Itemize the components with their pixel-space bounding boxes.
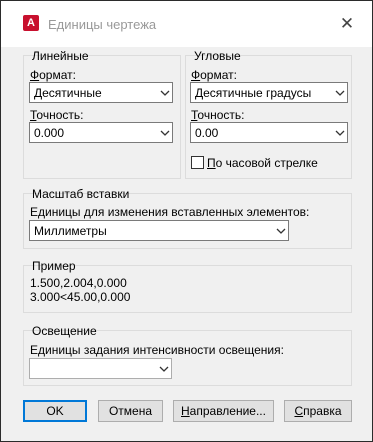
autocad-app-icon: A bbox=[23, 15, 39, 31]
sample-line-1: 1.500,2.004,0.000 bbox=[30, 276, 127, 290]
angular-format-value: Десятичные градусы bbox=[195, 86, 312, 100]
insertion-units-select[interactable]: Миллиметры bbox=[29, 220, 289, 241]
chevron-down-icon bbox=[335, 129, 345, 137]
linear-group-title: Линейные bbox=[32, 49, 89, 63]
chevron-down-icon bbox=[276, 227, 286, 235]
cancel-button[interactable]: Отмена bbox=[98, 400, 163, 422]
close-icon[interactable]: ✕ bbox=[335, 13, 359, 35]
ok-button[interactable]: OK bbox=[23, 400, 87, 422]
help-button[interactable]: Справка bbox=[284, 400, 352, 422]
angular-precision-select[interactable]: 0.00 bbox=[190, 122, 348, 143]
insertion-scale-group-title: Масштаб вставки bbox=[32, 187, 130, 201]
angular-group-title: Угловые bbox=[194, 49, 241, 63]
chevron-down-icon bbox=[160, 129, 170, 137]
chevron-down-icon bbox=[159, 365, 169, 373]
angular-precision-label: Точность: bbox=[191, 108, 245, 122]
linear-precision-label: Точность: bbox=[30, 108, 84, 122]
lighting-units-label: Единицы задания интенсивности освещения: bbox=[30, 343, 284, 357]
clockwise-checkbox[interactable] bbox=[191, 156, 204, 169]
sample-group-title: Пример bbox=[32, 259, 76, 273]
sample-line-2: 3.000<45.00,0.000 bbox=[30, 290, 131, 304]
angular-format-label: Формат: bbox=[191, 68, 237, 82]
angular-precision-value: 0.00 bbox=[195, 126, 219, 140]
angular-format-select[interactable]: Десятичные градусы bbox=[190, 82, 348, 103]
dialog-title: Единицы чертежа bbox=[48, 17, 157, 32]
lighting-units-select[interactable] bbox=[29, 358, 172, 379]
linear-precision-value: 0.000 bbox=[34, 126, 65, 140]
drawing-units-dialog: A Единицы чертежа ✕ Линейные Формат: Дес… bbox=[0, 0, 373, 442]
linear-format-label: Формат: bbox=[30, 68, 76, 82]
linear-precision-select[interactable]: 0.000 bbox=[29, 122, 173, 143]
title-bar: A Единицы чертежа ✕ bbox=[1, 1, 372, 47]
chevron-down-icon bbox=[160, 89, 170, 97]
linear-format-select[interactable]: Десятичные bbox=[29, 82, 173, 103]
lighting-group-title: Освещение bbox=[32, 324, 97, 338]
direction-button[interactable]: Направление... bbox=[173, 400, 274, 422]
insertion-units-value: Миллиметры bbox=[34, 224, 107, 238]
direction-button-label: Направление... bbox=[181, 404, 266, 418]
chevron-down-icon bbox=[335, 89, 345, 97]
help-button-label: Справка bbox=[294, 404, 342, 418]
clockwise-label[interactable]: По часовой стрелке bbox=[207, 156, 318, 170]
insertion-units-label: Единицы для изменения вставленных элемен… bbox=[30, 205, 310, 219]
linear-format-value: Десятичные bbox=[34, 86, 102, 100]
